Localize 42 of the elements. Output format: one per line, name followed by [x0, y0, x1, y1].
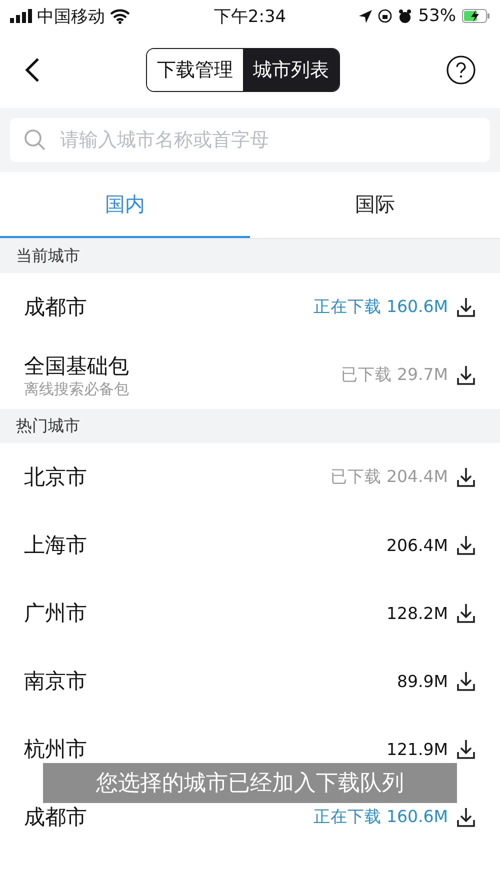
- download-status: 206.4M: [386, 536, 448, 554]
- download-status: 已下载 204.4M: [330, 466, 448, 488]
- download-icon[interactable]: [456, 738, 476, 760]
- download-icon[interactable]: [456, 806, 476, 828]
- city-name: 南京市: [24, 668, 88, 695]
- battery-percent: 53%: [418, 6, 456, 26]
- location-icon: [359, 10, 372, 22]
- city-name: 上海市: [24, 532, 88, 559]
- city-name: 广州市: [24, 600, 88, 627]
- download-status: 正在下载 160.6M: [313, 296, 448, 318]
- download-status: 正在下载 160.6M: [313, 806, 448, 828]
- alarm-icon: [398, 8, 412, 24]
- download-icon[interactable]: [456, 364, 476, 386]
- download-icon[interactable]: [456, 602, 476, 624]
- wifi-icon: [110, 8, 130, 24]
- lock-rotation-icon: [378, 9, 392, 23]
- section-header: 热门城市: [0, 409, 500, 443]
- segment-tab[interactable]: 城市列表: [243, 49, 339, 91]
- download-icon[interactable]: [456, 296, 476, 318]
- city-name: 北京市: [24, 464, 88, 491]
- back-button[interactable]: [24, 57, 40, 83]
- search-field[interactable]: 请输入城市名称或首字母: [10, 118, 490, 162]
- city-name: 成都市: [24, 294, 88, 321]
- carrier-name: 中国移动: [37, 6, 105, 28]
- download-icon[interactable]: [456, 534, 476, 556]
- download-status: 128.2M: [386, 604, 448, 622]
- toast-message: 您选择的城市已经加入下载队列: [43, 763, 457, 803]
- city-name: 成都市: [24, 804, 88, 831]
- battery-charging-icon: [462, 9, 490, 23]
- city-name: 全国基础包: [24, 352, 130, 380]
- download-icon[interactable]: [456, 670, 476, 692]
- download-status: 121.9M: [386, 740, 448, 758]
- download-icon[interactable]: [456, 466, 476, 488]
- city-subtitle: 离线搜索必备包: [24, 380, 130, 398]
- signal-icon: [10, 9, 32, 23]
- download-status: 89.9M: [397, 672, 448, 690]
- help-button[interactable]: [446, 55, 476, 85]
- section-header: 当前城市: [0, 239, 500, 273]
- search-icon: [24, 129, 46, 151]
- status-time: 下午2:34: [214, 6, 286, 26]
- download-status: 已下载 29.7M: [340, 364, 448, 386]
- city-name: 杭州市: [24, 736, 88, 763]
